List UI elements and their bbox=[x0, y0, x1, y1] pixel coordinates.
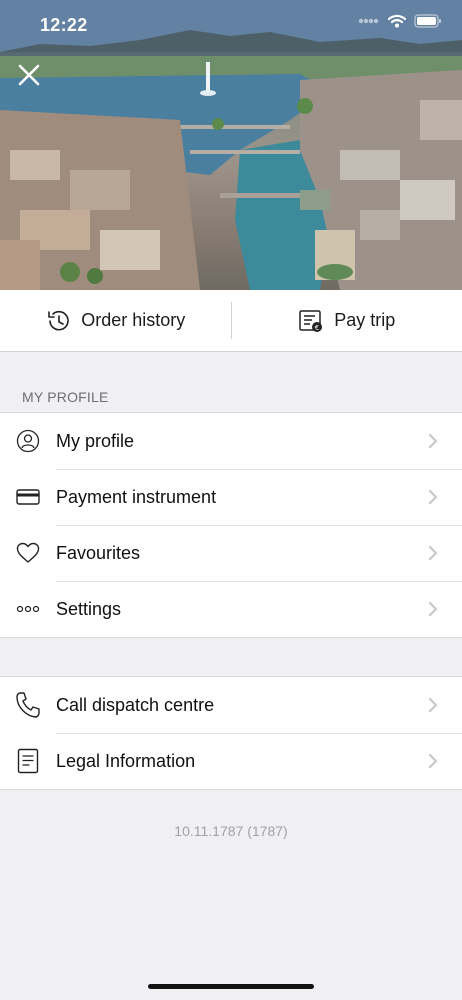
status-time: 12:22 bbox=[40, 15, 88, 35]
phone-icon bbox=[16, 692, 40, 718]
row-legal-information[interactable]: Legal Information bbox=[0, 733, 462, 789]
credit-card-icon bbox=[16, 489, 40, 505]
row-label-settings: Settings bbox=[56, 598, 122, 619]
document-icon bbox=[17, 748, 39, 774]
svg-text:€: € bbox=[315, 324, 319, 332]
chevron-right-icon bbox=[429, 490, 437, 504]
row-label-payment-instrument: Payment instrument bbox=[56, 486, 217, 507]
chevron-right-icon bbox=[429, 698, 437, 712]
close-icon bbox=[18, 64, 40, 86]
row-settings[interactable]: Settings bbox=[0, 581, 462, 637]
pay-trip-button[interactable]: € Pay trip bbox=[232, 290, 462, 351]
status-icons bbox=[358, 14, 442, 28]
chevron-right-icon bbox=[429, 602, 437, 616]
status-bar: 12:22 bbox=[0, 0, 462, 50]
row-label-legal-information: Legal Information bbox=[56, 750, 196, 771]
chevron-right-icon bbox=[429, 754, 437, 768]
user-icon bbox=[16, 429, 40, 453]
row-payment-instrument[interactable]: Payment instrument bbox=[0, 469, 462, 525]
wifi-icon bbox=[388, 14, 406, 28]
row-label-call-dispatch-centre: Call dispatch centre bbox=[56, 694, 215, 715]
app-version: 10.11.1787 (1787) bbox=[174, 823, 288, 839]
row-my-profile[interactable]: My profile bbox=[0, 413, 462, 469]
section-header-my-profile: MY PROFILE bbox=[22, 389, 109, 405]
more-dots-icon bbox=[16, 605, 40, 613]
pay-trip-label: Pay trip bbox=[334, 310, 396, 330]
heart-icon bbox=[16, 542, 40, 563]
home-indicator[interactable] bbox=[148, 984, 314, 989]
row-call-dispatch-centre[interactable]: Call dispatch centre bbox=[0, 677, 462, 733]
hero-city-image: 12:22 bbox=[0, 0, 462, 290]
row-label-my-profile: My profile bbox=[56, 430, 135, 451]
row-favourites[interactable]: Favourites bbox=[0, 525, 462, 581]
order-history-button[interactable]: Order history bbox=[0, 290, 231, 351]
action-bar: Order history € Pay trip bbox=[0, 290, 462, 352]
battery-icon bbox=[414, 14, 441, 28]
row-label-favourites: Favourites bbox=[56, 542, 141, 563]
receipt-icon: € bbox=[299, 309, 323, 332]
profile-group: My profile Payment instrument Favourites bbox=[0, 412, 462, 638]
close-button[interactable] bbox=[14, 60, 44, 90]
chevron-right-icon bbox=[429, 546, 437, 560]
signal-dots-icon bbox=[358, 18, 379, 24]
support-group: Call dispatch centre Legal Information bbox=[0, 676, 462, 790]
history-clock-icon bbox=[48, 310, 69, 330]
chevron-right-icon bbox=[429, 434, 437, 448]
order-history-label: Order history bbox=[81, 310, 186, 330]
